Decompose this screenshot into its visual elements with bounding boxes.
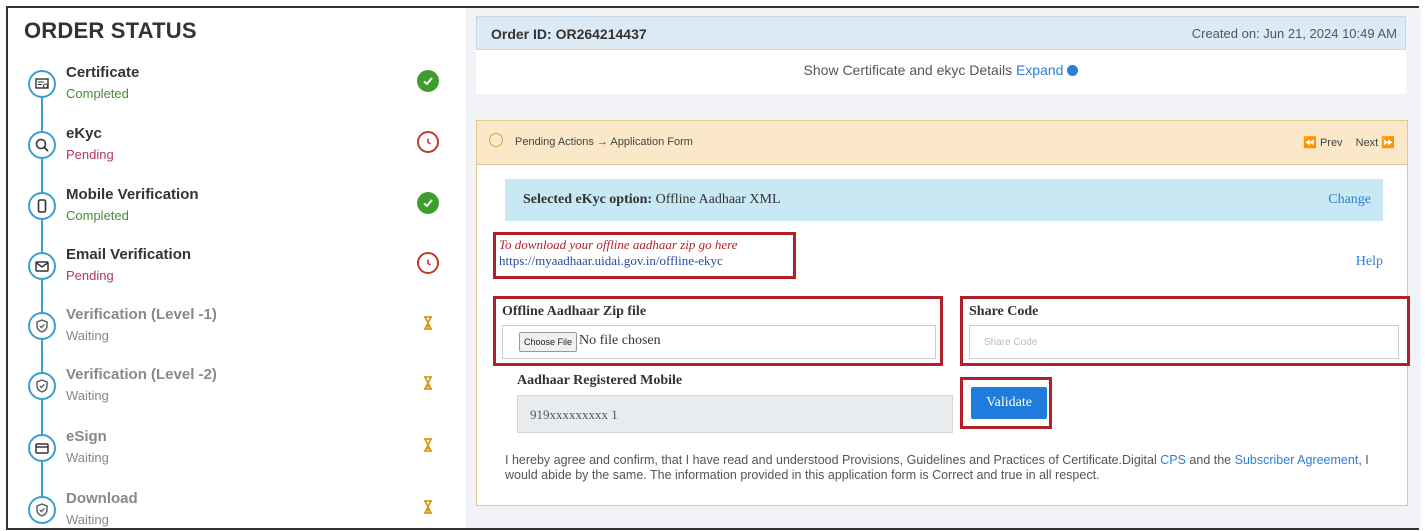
step-email-verification[interactable]: Email Verification Pending — [8, 246, 464, 306]
chevron-down-icon[interactable] — [1067, 64, 1079, 76]
email-icon — [28, 252, 56, 280]
step-download[interactable]: Download Waiting — [8, 490, 464, 531]
step-esign[interactable]: eSign Waiting — [8, 428, 464, 488]
pending-icon — [489, 133, 503, 147]
details-label: Show Certificate and ekyc Details — [803, 62, 1013, 78]
shield-icon — [28, 312, 56, 340]
mobile-label: Aadhaar Registered Mobile — [517, 373, 683, 388]
step-status: Waiting — [66, 388, 109, 403]
step-name: Mobile Verification — [66, 186, 199, 203]
clock-icon — [417, 131, 439, 153]
step-name: eSign — [66, 428, 107, 445]
shield-icon — [28, 372, 56, 400]
ekyc-option-bar: Selected eKyc option: Offline Aadhaar XM… — [505, 179, 1383, 221]
step-name: Certificate — [66, 64, 140, 81]
hourglass-icon — [417, 372, 439, 394]
order-status-panel: ORDER STATUS Certificate Completed eKyc … — [8, 8, 464, 528]
ekyc-option-value: Offline Aadhaar XML — [655, 192, 781, 207]
expand-label[interactable]: Expand — [1016, 62, 1063, 78]
help-link[interactable]: Help — [1356, 254, 1383, 270]
step-verification-level-1[interactable]: Verification (Level -1) Waiting — [8, 306, 464, 366]
card-icon — [28, 434, 56, 462]
agreement-text: I hereby agree and confirm, that I have … — [505, 453, 1395, 483]
validate-button[interactable]: Validate — [971, 387, 1047, 419]
created-date: Created on: Jun 21, 2024 10:49 AM — [1191, 26, 1397, 41]
share-code-highlight: Share Code — [960, 296, 1410, 366]
pager: ⏪ Prev Next ⏩ — [1293, 136, 1395, 149]
ekyc-option-text: Selected eKyc option: Offline Aadhaar XM… — [523, 192, 781, 208]
download-note: To download your offline aadhaar zip go … — [499, 237, 738, 252]
order-status-title: ORDER STATUS — [24, 18, 197, 43]
app-frame: ORDER STATUS Certificate Completed eKyc … — [6, 6, 1421, 530]
order-header: Order ID: OR264214437 Created on: Jun 21… — [476, 16, 1406, 50]
step-status: Pending — [66, 147, 114, 162]
expand-link[interactable]: Expand — [1016, 62, 1079, 78]
step-status: Completed — [66, 86, 129, 101]
zip-file-input[interactable]: Choose File No file chosen — [502, 325, 936, 359]
agreement-part-1: I hereby agree and confirm, that I have … — [505, 453, 1157, 467]
step-verification-level-2[interactable]: Verification (Level -2) Waiting — [8, 366, 464, 426]
details-row: Show Certificate and ekyc Details Expand — [476, 50, 1406, 94]
zip-file-highlight: Offline Aadhaar Zip file Choose File No … — [493, 296, 943, 366]
certificate-icon — [28, 70, 56, 98]
step-status: Waiting — [66, 450, 109, 465]
step-certificate[interactable]: Certificate Completed — [8, 64, 464, 124]
step-name: Verification (Level -1) — [66, 306, 217, 323]
hourglass-icon — [417, 496, 439, 518]
step-status: Waiting — [66, 328, 109, 343]
download-note-highlight: To download your offline aadhaar zip go … — [493, 232, 796, 279]
step-name: eKyc — [66, 125, 102, 142]
main-content: Order ID: OR264214437 Created on: Jun 21… — [466, 8, 1421, 528]
step-ekyc[interactable]: eKyc Pending — [8, 125, 464, 185]
order-id: Order ID: OR264214437 — [491, 26, 647, 42]
step-name: Verification (Level -2) — [66, 366, 217, 383]
hourglass-icon — [417, 434, 439, 456]
step-status: Waiting — [66, 512, 109, 527]
search-icon — [28, 131, 56, 159]
step-name: Download — [66, 490, 138, 507]
step-name: Email Verification — [66, 246, 192, 263]
panel-header: Pending Actions → Application Form ⏪ Pre… — [477, 121, 1407, 165]
breadcrumb: Pending Actions → Application Form — [515, 136, 693, 148]
download-url-link[interactable]: https://myaadhaar.uidai.gov.in/offline-e… — [499, 253, 737, 269]
details-text: Show Certificate and ekyc Details Expand — [476, 62, 1406, 78]
ekyc-option-label: Selected eKyc option: — [523, 192, 653, 207]
shield-icon — [28, 496, 56, 524]
hourglass-icon — [417, 312, 439, 334]
change-link[interactable]: Change — [1328, 192, 1371, 208]
cps-link[interactable]: CPS — [1160, 453, 1186, 467]
next-button[interactable]: Next ⏩ — [1356, 137, 1395, 149]
share-code-label: Share Code — [969, 304, 1039, 319]
step-mobile-verification[interactable]: Mobile Verification Completed — [8, 186, 464, 246]
share-code-input[interactable] — [969, 325, 1399, 359]
check-icon — [417, 70, 439, 92]
application-form-panel: Pending Actions → Application Form ⏪ Pre… — [476, 120, 1410, 506]
no-file-text: No file chosen — [579, 333, 661, 348]
step-status: Completed — [66, 208, 129, 223]
agreement-part-2: and the — [1189, 453, 1232, 467]
subscriber-agreement-link[interactable]: Subscriber Agreement — [1235, 453, 1359, 467]
prev-button[interactable]: ⏪ Prev — [1303, 137, 1342, 149]
check-icon — [417, 192, 439, 214]
mobile-icon — [28, 192, 56, 220]
step-status: Pending — [66, 268, 114, 283]
mobile-field: 919xxxxxxxxx 1 — [517, 395, 953, 433]
zip-file-label: Offline Aadhaar Zip file — [502, 304, 647, 319]
validate-highlight: Validate — [960, 377, 1052, 429]
choose-file-button[interactable]: Choose File — [519, 332, 578, 352]
clock-icon — [417, 252, 439, 274]
